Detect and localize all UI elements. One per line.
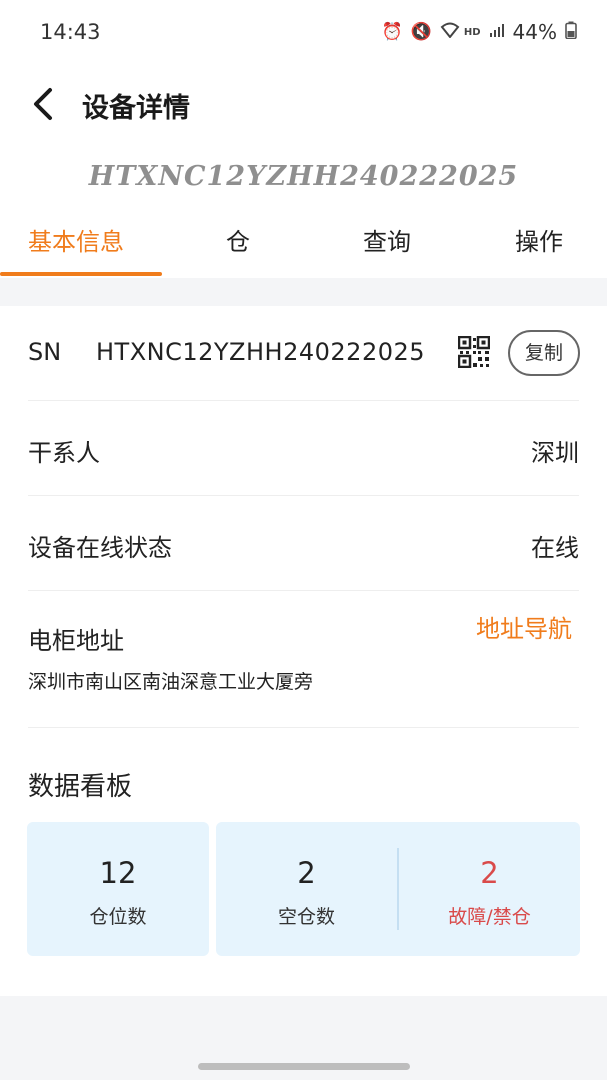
device-sn-banner: HTXNC12YZHH240222025 — [0, 152, 607, 202]
contact-value: 深圳 — [531, 439, 579, 467]
screen: 14:43 ⏰ 🔇 HD 44% 设备详情 HTXNC12YZHH2402220… — [0, 0, 607, 1080]
status-bar: 14:43 ⏰ 🔇 HD 44% — [0, 0, 607, 64]
back-button[interactable] — [22, 80, 66, 128]
copy-button[interactable]: 复制 — [508, 330, 580, 376]
stat-fault-bins-label: 故障/禁仓 — [448, 906, 531, 928]
tab-operation[interactable]: 操作 — [515, 222, 563, 257]
online-status-value: 在线 — [531, 534, 579, 562]
stat-total-bins: 12 仓位数 — [27, 822, 209, 956]
app-header: 设备详情 — [0, 64, 607, 152]
contact-row: 干系人 深圳 — [28, 401, 579, 496]
info-card: SN HTXNC12YZHH240222025 复制 干系人 深圳 设备在线状态… — [0, 306, 607, 996]
address-label: 电柜地址 — [28, 627, 124, 655]
stat-empty-bins: 2 空仓数 — [216, 822, 397, 956]
stat-group: 2 空仓数 2 故障/禁仓 — [216, 822, 580, 956]
home-indicator[interactable] — [198, 1063, 410, 1070]
sn-value: HTXNC12YZHH240222025 — [96, 338, 426, 366]
tab-bin[interactable]: 仓 — [226, 222, 250, 257]
status-time: 14:43 — [40, 20, 101, 44]
page-title: 设备详情 — [82, 93, 190, 124]
tab-bar: 基本信息 仓 查询 操作 — [0, 202, 607, 278]
online-status-label: 设备在线状态 — [28, 534, 172, 562]
contact-label: 干系人 — [28, 439, 100, 467]
address-value: 深圳市南山区南油深意工业大厦旁 — [28, 671, 314, 693]
battery-icon — [565, 21, 577, 43]
alarm-icon: ⏰ — [381, 21, 403, 42]
stat-empty-bins-value: 2 — [297, 856, 316, 890]
online-status-row: 设备在线状态 在线 — [28, 496, 579, 591]
stat-total-bins-value: 12 — [99, 856, 137, 890]
network-label: HD — [463, 26, 481, 38]
tab-query[interactable]: 查询 — [363, 222, 411, 257]
address-row: 电柜地址 地址导航 深圳市南山区南油深意工业大厦旁 — [28, 591, 579, 728]
dashboard-title: 数据看板 — [28, 772, 133, 802]
stat-total-bins-label: 仓位数 — [89, 906, 147, 928]
sn-label: SN — [28, 338, 62, 366]
stat-fault-bins: 2 故障/禁仓 — [399, 822, 580, 956]
status-icons: ⏰ 🔇 HD 44% — [382, 20, 577, 44]
address-navigation-link[interactable]: 地址导航 — [476, 609, 572, 644]
back-arrow-icon — [34, 88, 52, 120]
wifi-icon — [440, 22, 460, 42]
tab-basic-info[interactable]: 基本信息 — [28, 222, 124, 257]
battery-level: 44% — [512, 20, 557, 44]
active-tab-indicator — [0, 272, 162, 276]
qr-code-icon[interactable] — [458, 336, 490, 368]
mute-icon: 🔇 — [410, 21, 432, 42]
stat-fault-bins-value: 2 — [480, 856, 499, 890]
sn-row: SN HTXNC12YZHH240222025 复制 — [28, 306, 580, 401]
signal-icon — [489, 22, 505, 42]
stat-empty-bins-label: 空仓数 — [277, 906, 335, 928]
